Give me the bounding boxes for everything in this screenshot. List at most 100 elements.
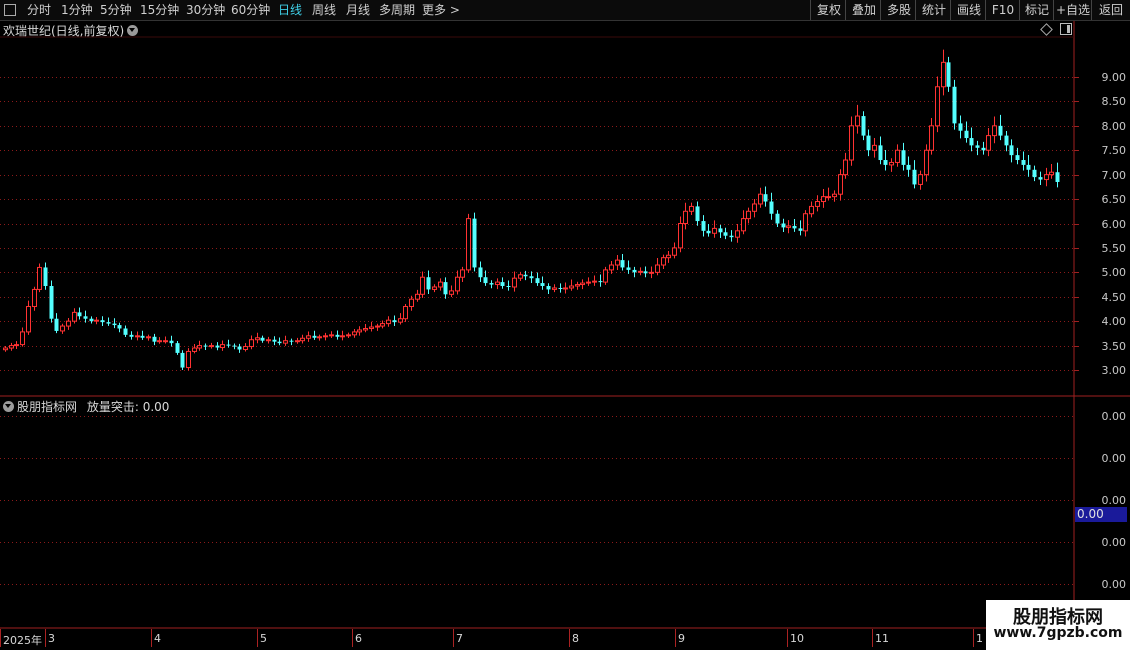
candle-body (283, 340, 288, 344)
candle-body (363, 327, 368, 331)
candle-body (123, 328, 128, 335)
y-axis-label: 4.00 (1101, 314, 1127, 328)
candle-body (998, 125, 1003, 136)
candle-body (952, 86, 957, 124)
candle-body (300, 337, 305, 342)
candle-body (763, 194, 768, 202)
candle-body (632, 269, 637, 273)
candle-body (535, 278, 540, 284)
candle-body (272, 339, 277, 342)
candle-body (718, 228, 723, 233)
sub-y-label: 0.00 (1101, 452, 1127, 465)
candle-body (438, 281, 443, 288)
candle-body (580, 282, 585, 286)
x-label-month: 3 (48, 632, 55, 645)
candle-body (769, 201, 774, 214)
candle-body (398, 318, 403, 323)
candle-body (986, 135, 991, 151)
candle-body (924, 149, 929, 176)
candle-body (786, 225, 791, 228)
candle-body (232, 345, 237, 347)
sub-y-label: 0.00 (1101, 578, 1127, 591)
candle-body (312, 335, 317, 338)
candle-body (260, 337, 265, 341)
candle-body (66, 320, 71, 327)
candle-body (1038, 177, 1043, 180)
candle-body (895, 149, 900, 163)
candle-body (1015, 155, 1020, 161)
candle-body (209, 345, 214, 348)
candle-body (460, 269, 465, 278)
candle-body (935, 86, 940, 127)
x-label-month: 5 (260, 632, 267, 645)
candle-body (729, 235, 734, 238)
candle-body (146, 336, 151, 339)
x-tick (675, 629, 676, 647)
candle-body (838, 174, 843, 195)
candle-body (575, 284, 580, 287)
candle-body (643, 271, 648, 274)
candle-body (649, 271, 654, 274)
main-chart-title[interactable]: 欢瑞世纪(日线,前复权) (3, 22, 139, 39)
candle-body (826, 196, 831, 199)
candle-body (346, 334, 351, 337)
candle-body (226, 344, 231, 346)
candle-body (369, 326, 374, 329)
candle-body (964, 130, 969, 139)
candle-body (552, 287, 557, 290)
y-axis-label: 4.50 (1101, 290, 1127, 304)
candle-body (380, 323, 385, 327)
candle-body (26, 306, 31, 333)
candle-body (37, 266, 42, 290)
candle-body (1021, 160, 1026, 165)
candle-body (752, 203, 757, 212)
chart-canvas (0, 21, 1130, 629)
indicator-panel-title[interactable]: 股朋指标网 放量突击: 0.00 (3, 398, 169, 415)
candle-body (255, 337, 260, 341)
panel-toggle-icon[interactable] (1060, 23, 1072, 35)
x-label-month: 11 (875, 632, 889, 645)
x-label-month: 10 (790, 632, 804, 645)
candle-body (889, 161, 894, 166)
x-tick (973, 629, 974, 647)
candle-body (403, 306, 408, 320)
candle-body (472, 218, 477, 268)
y-axis-label: 8.50 (1101, 94, 1127, 108)
candle-body (243, 346, 248, 350)
candle-body (1044, 174, 1049, 181)
x-tick (257, 629, 258, 647)
sub-y-label: 0.00 (1101, 410, 1127, 423)
candle-body (83, 316, 88, 319)
candle-body (157, 340, 162, 343)
candle-body (781, 223, 786, 228)
candle-body (695, 206, 700, 222)
candle-body (9, 345, 14, 349)
candle-body (495, 281, 500, 286)
candle-body (563, 287, 568, 290)
candle-body (861, 116, 866, 136)
candle-body (289, 340, 294, 342)
chevron-down-icon[interactable] (127, 25, 139, 36)
candle-body (409, 298, 414, 308)
x-tick (151, 629, 152, 647)
candle-body (906, 164, 911, 170)
x-tick (45, 629, 46, 647)
watermark-url: www.7gpzb.com (993, 625, 1123, 641)
candle-body (420, 276, 425, 295)
candle-body (798, 228, 803, 231)
candle-body (706, 230, 711, 234)
chevron-down-icon[interactable] (3, 401, 14, 412)
candle-body (203, 345, 208, 347)
candle-body (478, 267, 483, 278)
y-axis-label: 8.00 (1101, 119, 1127, 133)
candle-body (500, 282, 505, 287)
y-axis-label: 7.00 (1101, 168, 1127, 182)
candle-body (929, 125, 934, 151)
candle-body (169, 340, 174, 344)
candle-body (3, 347, 8, 351)
candle-body (43, 267, 48, 287)
watermark: 股朋指标网 www.7gpzb.com (986, 600, 1130, 650)
candle-body (266, 339, 271, 342)
candle-body (72, 311, 77, 322)
candle-body (180, 352, 185, 368)
